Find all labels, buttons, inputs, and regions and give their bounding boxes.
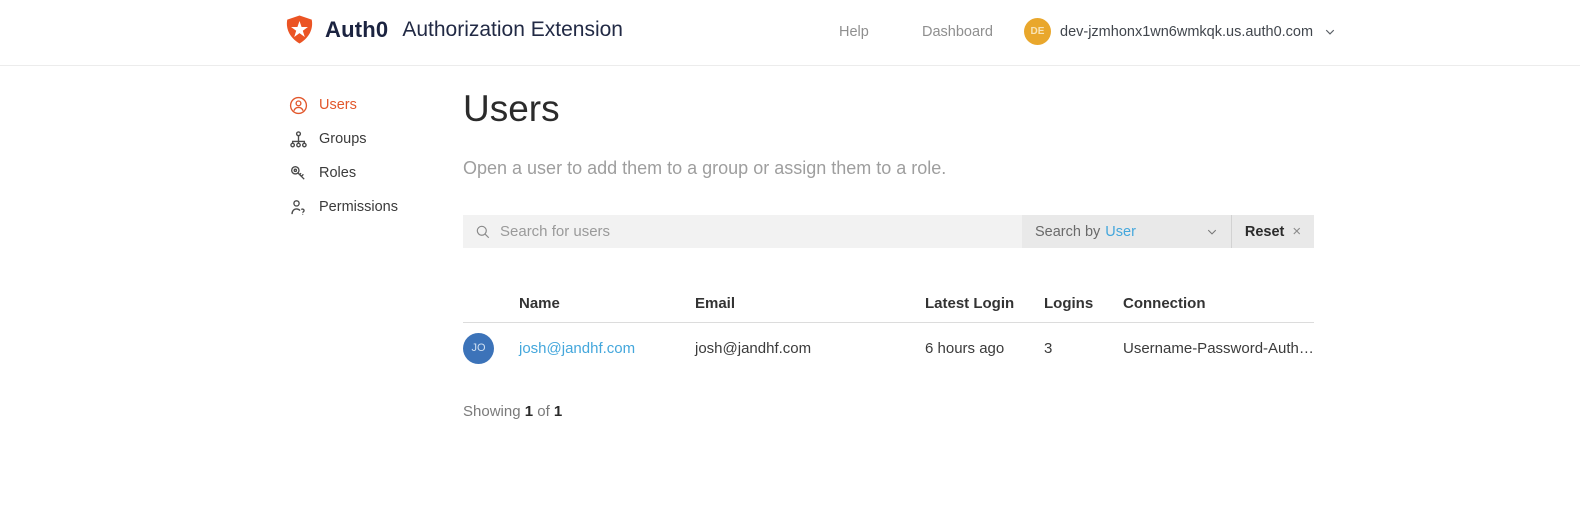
search-input[interactable]: [500, 223, 1010, 240]
sidebar-item-permissions[interactable]: Permissions: [288, 197, 438, 217]
hierarchy-icon: [288, 129, 308, 149]
table-row: JO josh@jandhf.com josh@jandhf.com 6 hou…: [463, 323, 1314, 373]
page-title: Users: [463, 88, 560, 129]
sidebar-item-users[interactable]: Users: [288, 95, 438, 115]
latest-login-cell: 6 hours ago: [925, 339, 1005, 357]
auth0-shield-logo-icon: [284, 14, 315, 45]
search-by-label: Search by: [1035, 223, 1101, 240]
pagination-summary: Showing 1 of 1: [463, 403, 562, 420]
search-toolbar: Search by User Reset ×: [463, 215, 1314, 248]
showing-current: 1: [524, 403, 534, 420]
sidebar-item-label: Users: [319, 97, 357, 113]
user-circle-icon: [288, 95, 308, 115]
sidebar-item-roles[interactable]: Roles: [288, 163, 438, 183]
sidebar-item-label: Permissions: [319, 199, 398, 215]
connection-cell: Username-Password-Auth…: [1123, 339, 1314, 357]
user-email-cell: josh@jandhf.com: [695, 339, 812, 357]
sidebar-item-groups[interactable]: Groups: [288, 129, 438, 149]
of-label: of: [537, 403, 550, 420]
search-by-value: User: [1105, 223, 1136, 240]
main-content: Users Open a user to add them to a group…: [463, 0, 1314, 529]
column-header-connection: Connection: [1123, 294, 1206, 312]
search-icon: [475, 224, 491, 240]
close-icon: ×: [1292, 223, 1302, 240]
table-header-row: Name Email Latest Login Logins Connectio…: [463, 284, 1314, 323]
user-avatar: JO: [463, 332, 494, 364]
reset-button[interactable]: Reset ×: [1232, 215, 1314, 248]
column-header-latest-login: Latest Login: [925, 294, 1015, 312]
user-name-link[interactable]: josh@jandhf.com: [519, 340, 635, 357]
reset-label: Reset: [1244, 223, 1285, 240]
chevron-down-icon: [1206, 226, 1218, 238]
column-header-logins: Logins: [1044, 294, 1094, 312]
sidebar-nav: Users Groups Roles Permissions: [288, 95, 438, 231]
sidebar-item-label: Groups: [319, 131, 367, 147]
sidebar-item-label: Roles: [319, 165, 357, 181]
showing-total: 1: [553, 403, 563, 420]
brand-name: Auth0: [325, 16, 389, 42]
search-box[interactable]: [463, 215, 1022, 248]
search-by-dropdown[interactable]: Search by User: [1022, 215, 1231, 248]
person-question-icon: [288, 197, 308, 217]
logins-count-cell: 3: [1044, 339, 1053, 357]
chevron-down-icon: [1324, 26, 1336, 38]
column-header-email: Email: [695, 294, 736, 312]
page-subtitle: Open a user to add them to a group or as…: [463, 158, 947, 178]
keys-icon: [288, 163, 308, 183]
column-header-name: Name: [519, 294, 560, 312]
showing-label: Showing: [463, 403, 521, 420]
